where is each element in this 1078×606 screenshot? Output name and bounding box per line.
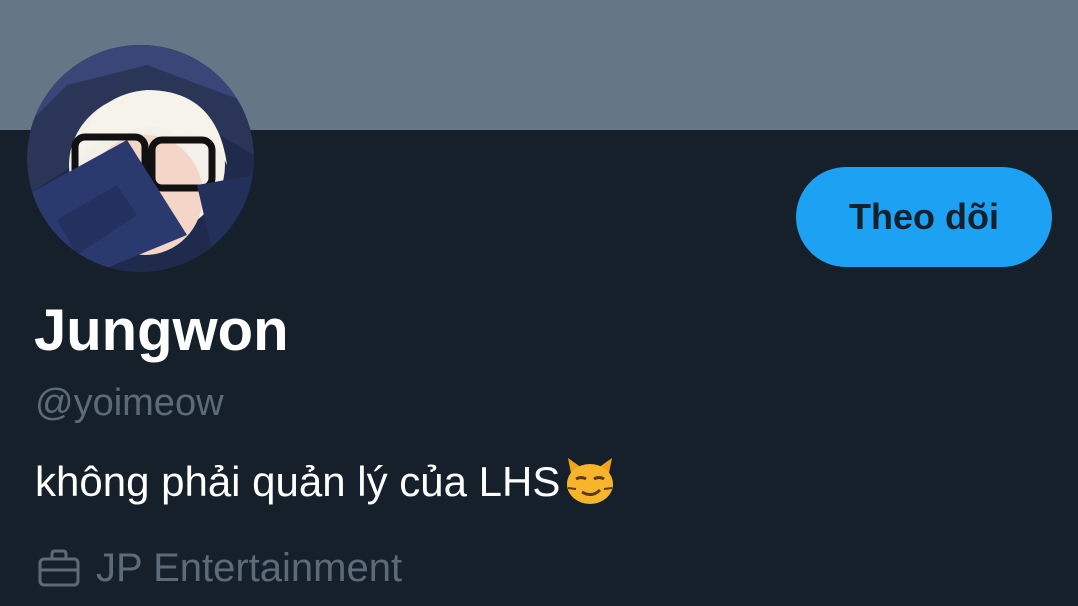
bio: không phải quản lý của LHS [35, 456, 618, 508]
smirking-cat-emoji-icon [562, 452, 618, 508]
bio-text: không phải quản lý của LHS [35, 458, 561, 505]
work-info: JP Entertainment [36, 545, 402, 591]
follow-button[interactable]: Theo dõi [796, 167, 1052, 267]
display-name: Jungwon [34, 298, 289, 363]
user-handle[interactable]: @yoimeow [35, 384, 224, 422]
briefcase-icon [36, 545, 82, 591]
avatar[interactable] [27, 45, 254, 272]
work-text: JP Entertainment [96, 546, 403, 590]
profile-page: Theo dõi Jungwon @yoimeow không phải quả… [0, 0, 1078, 606]
